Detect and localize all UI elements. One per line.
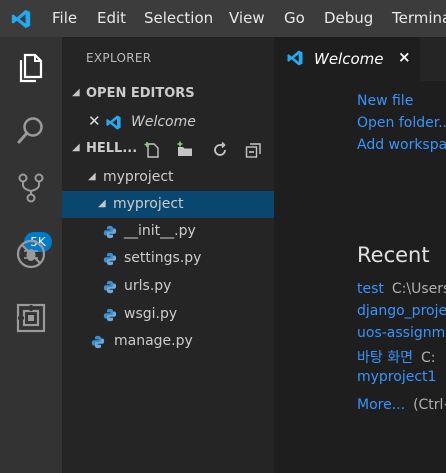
python-file-icon (103, 225, 117, 239)
new-file-link[interactable]: New file (357, 93, 413, 109)
tree-folder-myproject-inner[interactable]: ◢ myproject (62, 191, 274, 218)
welcome-page: New file Open folder... Add workspace...… (274, 81, 446, 473)
expanded-arrow-icon: ◢ (98, 198, 106, 209)
menu-go[interactable]: Go (284, 9, 305, 27)
recent-item[interactable]: django_project (357, 303, 446, 319)
workspace-section-header[interactable]: ◢ HELL... (62, 136, 274, 162)
recent-item[interactable]: myproject1 (357, 369, 436, 385)
vscode-file-icon (106, 115, 121, 130)
tree-file-init[interactable]: __init__.py (62, 218, 274, 245)
more-link[interactable]: More... (357, 397, 405, 413)
extensions-icon[interactable] (14, 301, 48, 335)
debug-icon[interactable] (14, 237, 48, 271)
menu-file[interactable]: File (52, 9, 77, 27)
vscode-file-icon (287, 50, 303, 66)
source-control-icon[interactable] (14, 171, 48, 205)
open-editor-welcome[interactable]: ✕ Welcome (62, 109, 274, 136)
vscode-logo-icon (11, 9, 31, 29)
explorer-files-icon[interactable] (14, 51, 48, 85)
menu-edit[interactable]: Edit (97, 9, 126, 27)
python-file-icon (103, 280, 117, 294)
tab-welcome-label: Welcome (314, 50, 384, 68)
collapse-all-icon[interactable] (245, 141, 263, 159)
python-file-icon (91, 335, 105, 349)
recent-item[interactable]: test C:\Users (357, 281, 446, 297)
collapse-arrow-icon: ◢ (72, 142, 80, 153)
menu-terminal[interactable]: Terminal (392, 9, 446, 27)
collapse-arrow-icon: ◢ (72, 87, 80, 98)
python-file-icon (103, 252, 117, 266)
tree-folder-myproject[interactable]: ◢ myproject (62, 164, 274, 191)
tree-file-wsgi[interactable]: wsgi.py (62, 301, 274, 328)
menu-selection[interactable]: Selection (144, 9, 213, 27)
tree-file-urls[interactable]: urls.py (62, 273, 274, 300)
tab-close-icon[interactable]: × (398, 48, 411, 66)
new-folder-icon[interactable] (176, 141, 194, 159)
close-editor-icon[interactable]: ✕ (88, 112, 101, 130)
menu-view[interactable]: View (229, 9, 265, 27)
tree-file-manage[interactable]: manage.py (62, 328, 274, 355)
tab-welcome[interactable]: Welcome × (274, 37, 420, 81)
refresh-icon[interactable] (211, 141, 229, 159)
editor-tab-bar: Welcome × (274, 37, 446, 81)
more-shortcut-hint: (Ctrl+R) (413, 397, 446, 413)
more-recent[interactable]: More... (Ctrl+R) (357, 397, 446, 413)
tree-file-settings[interactable]: settings.py (62, 245, 274, 272)
add-workspace-link[interactable]: Add workspace... (357, 137, 446, 153)
open-folder-link[interactable]: Open folder... (357, 115, 446, 131)
python-file-icon (103, 308, 117, 322)
menu-bar: File Edit Selection View Go Debug Termin… (0, 0, 446, 37)
new-file-icon[interactable] (144, 141, 162, 159)
recent-item[interactable]: 바탕 화면 C: (357, 347, 435, 367)
search-icon[interactable] (14, 113, 48, 147)
expanded-arrow-icon: ◢ (88, 171, 96, 182)
recent-item[interactable]: uos-assignment (357, 325, 446, 341)
open-editors-section-header[interactable]: ◢ OPEN EDITORS (62, 81, 274, 107)
recent-heading: Recent (357, 243, 430, 267)
explorer-sidebar: EXPLORER ◢ OPEN EDITORS ✕ Welcome ◢ HELL… (62, 37, 274, 473)
explorer-title: EXPLORER (86, 51, 152, 65)
menu-debug[interactable]: Debug (324, 9, 373, 27)
activity-bar: 5K (0, 37, 62, 473)
